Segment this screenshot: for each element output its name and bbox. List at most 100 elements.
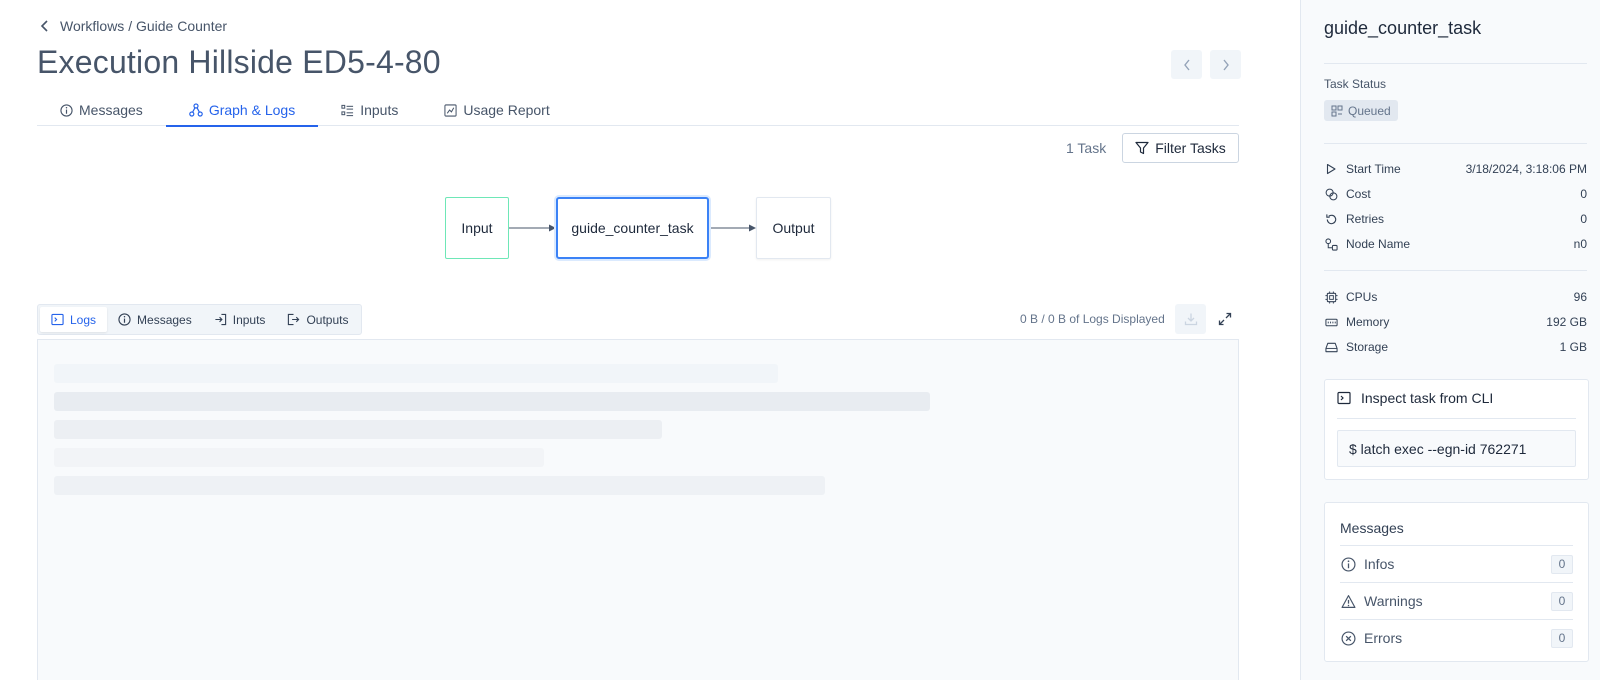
logout-icon (288, 313, 300, 326)
previous-execution-button[interactable] (1171, 50, 1202, 79)
filter-tasks-label: Filter Tasks (1155, 140, 1226, 156)
execution-nav (1171, 50, 1241, 79)
log-skeleton-line (54, 420, 662, 439)
detail-row-cost: Cost 0 (1324, 185, 1587, 203)
warning-icon (1340, 593, 1356, 609)
filter-tasks-button[interactable]: Filter Tasks (1122, 133, 1239, 163)
cli-card: Inspect task from CLI $ latch exec --egn… (1324, 379, 1589, 480)
divider (1337, 418, 1576, 419)
divider (1324, 63, 1587, 64)
terminal-icon (51, 313, 64, 326)
cli-header: Inspect task from CLI (1337, 390, 1493, 406)
log-tab-outputs[interactable]: Outputs (276, 307, 359, 332)
message-count: 0 (1551, 628, 1573, 648)
chevron-left-icon[interactable] (38, 19, 52, 33)
status-badge: Queued (1324, 100, 1398, 121)
info-icon (1340, 556, 1356, 572)
next-execution-button[interactable] (1210, 50, 1241, 79)
download-logs-button[interactable] (1175, 304, 1206, 334)
messages-row-errors[interactable]: Errors 0 (1340, 619, 1573, 656)
graph-icon (189, 103, 203, 117)
message-count: 0 (1551, 591, 1573, 611)
detail-row-start-time: Start Time 3/18/2024, 3:18:06 PM (1324, 160, 1587, 178)
tab-label: Messages (79, 102, 143, 118)
tab-label: Inputs (360, 102, 399, 118)
messages-title: Messages (1340, 520, 1404, 536)
main-panel: Workflows / Guide Counter Execution Hill… (0, 0, 1300, 680)
log-tab-logs[interactable]: Logs (40, 307, 108, 332)
resource-row-storage: Storage 1 GB (1324, 338, 1587, 356)
detail-label: Start Time (1346, 162, 1401, 176)
info-icon (118, 313, 131, 326)
log-tabs: Logs Messages Inputs Outputs (37, 304, 363, 335)
tab-label: Graph & Logs (208, 102, 296, 118)
log-tab-label: Inputs (232, 312, 266, 327)
detail-label: Retries (1346, 212, 1385, 226)
tab-label: Usage Report (463, 102, 550, 118)
chevron-left-icon (1183, 59, 1190, 70)
cli-title: Inspect task from CLI (1361, 390, 1494, 406)
log-tab-messages[interactable]: Messages (107, 307, 203, 332)
info-icon (60, 103, 73, 117)
log-tab-inputs[interactable]: Inputs (203, 307, 277, 332)
messages-row-infos[interactable]: Infos 0 (1340, 545, 1573, 582)
task-count: 1 Task (1066, 140, 1107, 156)
error-icon (1340, 630, 1356, 646)
resource-label: CPUs (1346, 290, 1378, 304)
tab-usage-report[interactable]: Usage Report (421, 94, 572, 126)
retry-icon (1324, 212, 1338, 226)
message-label: Warnings (1364, 593, 1423, 609)
detail-label: Cost (1346, 187, 1371, 201)
chevron-right-icon (1222, 59, 1229, 70)
resource-value: 192 GB (1546, 315, 1587, 329)
divider (1324, 143, 1587, 144)
graph-node-input[interactable]: Input (445, 197, 509, 259)
log-tab-label: Messages (137, 312, 192, 327)
cli-command[interactable]: $ latch exec --egn-id 762271 (1337, 430, 1576, 467)
expand-logs-button[interactable] (1209, 304, 1240, 334)
log-skeleton-line (54, 448, 544, 467)
task-status-label: Task Status (1324, 77, 1387, 91)
tab-messages[interactable]: Messages (37, 94, 166, 126)
execution-tabs: Messages Graph & Logs Inputs Usage Repor… (37, 94, 1239, 127)
message-label: Infos (1364, 556, 1395, 572)
detail-value: 0 (1580, 187, 1587, 201)
resource-value: 1 GB (1559, 340, 1587, 354)
list-icon (341, 104, 354, 116)
storage-icon (1324, 340, 1338, 354)
log-skeleton-line (54, 476, 825, 495)
task-name: guide_counter_task (1324, 18, 1482, 38)
log-size-text: 0 B / 0 B of Logs Displayed (1020, 312, 1165, 326)
play-icon (1324, 162, 1338, 176)
graph-node-task[interactable]: guide_counter_task (556, 197, 709, 259)
queue-icon (1331, 105, 1343, 116)
log-tab-label: Outputs (306, 312, 349, 327)
resource-row-cpus: CPUs 96 (1324, 288, 1587, 306)
detail-label: Node Name (1346, 237, 1411, 251)
log-tab-label: Logs (70, 312, 97, 327)
cpu-icon (1324, 290, 1338, 304)
detail-value: 0 (1580, 212, 1587, 226)
message-label: Errors (1364, 630, 1403, 646)
log-viewer[interactable] (37, 339, 1239, 680)
breadcrumb-path[interactable]: Workflows / Guide Counter (60, 18, 227, 34)
log-skeleton-line (54, 364, 778, 383)
detail-value: n0 (1573, 237, 1587, 251)
messages-row-warnings[interactable]: Warnings 0 (1340, 582, 1573, 619)
download-icon (1184, 313, 1197, 326)
coins-icon (1324, 187, 1338, 201)
detail-value: 3/18/2024, 3:18:06 PM (1465, 162, 1587, 176)
expand-icon (1218, 312, 1231, 326)
terminal-icon (1337, 391, 1351, 405)
filter-icon (1135, 141, 1149, 155)
memory-icon (1324, 315, 1338, 329)
messages-card: Messages Infos 0 Warnings 0 Errors 0 (1324, 502, 1589, 662)
tab-inputs[interactable]: Inputs (318, 94, 421, 126)
resource-value: 96 (1573, 290, 1587, 304)
resource-label: Memory (1346, 315, 1390, 329)
tab-graph-logs[interactable]: Graph & Logs (165, 94, 319, 127)
divider (1324, 270, 1587, 271)
status-value: Queued (1348, 103, 1391, 118)
graph-node-output[interactable]: Output (756, 197, 831, 259)
detail-row-node-name: Node Name n0 (1324, 235, 1587, 253)
